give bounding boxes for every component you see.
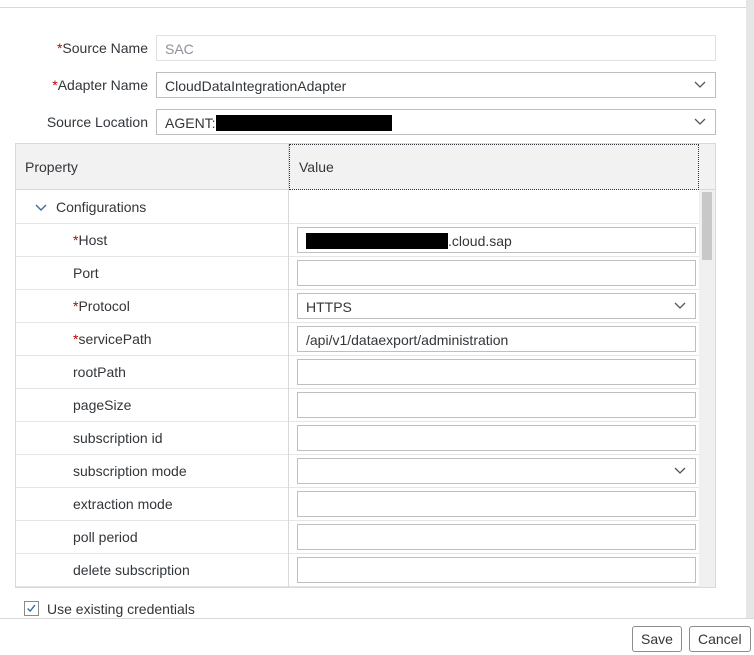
- checkmark-icon: [27, 604, 36, 613]
- source-name-label-text: Source Name: [62, 40, 148, 56]
- property-label: pageSize: [73, 397, 131, 413]
- property-value-select[interactable]: [297, 458, 696, 484]
- property-row: subscription id: [16, 422, 699, 455]
- redacted-block: [215, 115, 392, 131]
- property-row: Port: [16, 257, 699, 290]
- property-label-text: servicePath: [78, 331, 152, 347]
- cancel-button[interactable]: Cancel: [689, 626, 751, 652]
- source-location-select[interactable]: AGENT:: [156, 109, 716, 135]
- property-row: *Host .cloud.sap: [16, 224, 699, 257]
- property-label: subscription mode: [73, 463, 187, 479]
- configurations-group-label: Configurations: [56, 199, 147, 215]
- property-label-text: subscription mode: [73, 463, 187, 479]
- chevron-down-icon: [674, 467, 686, 474]
- property-label-text: extraction mode: [73, 496, 173, 512]
- property-label-text: rootPath: [73, 364, 126, 380]
- property-label: delete subscription: [73, 562, 190, 578]
- property-label: *Protocol: [73, 298, 130, 314]
- adapter-name-label: *Adapter Name: [52, 77, 148, 93]
- adapter-name-label-text: Adapter Name: [57, 77, 148, 93]
- adapter-name-select[interactable]: CloudDataIntegrationAdapter: [156, 72, 716, 98]
- chevron-down-icon: [694, 81, 706, 88]
- property-value-input[interactable]: [297, 359, 696, 385]
- property-label-text: Host: [78, 232, 108, 248]
- column-separator: [288, 144, 289, 587]
- source-location-value: AGENT:: [165, 115, 216, 131]
- configurations-group-row[interactable]: Configurations: [16, 191, 699, 224]
- property-label-text: poll period: [73, 529, 138, 545]
- property-value-input[interactable]: [297, 557, 696, 583]
- property-row: *Protocol HTTPS: [16, 290, 699, 323]
- source-name-label: *Source Name: [57, 40, 148, 56]
- property-row: subscription mode: [16, 455, 699, 488]
- save-button[interactable]: Save: [632, 626, 682, 652]
- credentials-label: Use existing credentials: [47, 601, 195, 617]
- value-column-header[interactable]: Value: [289, 144, 699, 190]
- source-location-row: Source Location AGENT:: [0, 109, 754, 135]
- source-location-label: Source Location: [46, 114, 148, 130]
- property-row: rootPath: [16, 356, 699, 389]
- property-value-input[interactable]: /api/v1/dataexport/administration: [297, 326, 696, 352]
- source-name-input: SAC: [156, 35, 716, 61]
- source-name-row: *Source Name SAC: [0, 35, 754, 61]
- property-row: delete subscription: [16, 554, 699, 587]
- property-label-text: subscription id: [73, 430, 163, 446]
- property-row: poll period: [16, 521, 699, 554]
- property-row: extraction mode: [16, 488, 699, 521]
- property-label-text: Protocol: [78, 298, 130, 314]
- property-row: *servicePath/api/v1/dataexport/administr…: [16, 323, 699, 356]
- adapter-name-row: *Adapter Name CloudDataIntegrationAdapte…: [0, 72, 754, 98]
- adapter-name-value: CloudDataIntegrationAdapter: [165, 78, 347, 94]
- property-label-text: delete subscription: [73, 562, 190, 578]
- property-label: extraction mode: [73, 496, 173, 512]
- grid-scrollbar-thumb[interactable]: [702, 192, 712, 260]
- property-label: rootPath: [73, 364, 126, 380]
- top-divider: [0, 7, 754, 8]
- credentials-checkbox[interactable]: [24, 601, 39, 616]
- property-value-input[interactable]: [297, 260, 696, 286]
- property-value-input[interactable]: [297, 425, 696, 451]
- property-grid: Property Value Configurations *Host .clou…: [15, 143, 716, 588]
- chevron-down-icon: [694, 118, 706, 125]
- property-value-input[interactable]: [297, 524, 696, 550]
- footer-divider: [0, 618, 754, 619]
- property-label: *servicePath: [73, 331, 152, 347]
- property-value: /api/v1/dataexport/administration: [306, 332, 509, 348]
- property-row: pageSize: [16, 389, 699, 422]
- property-label: Port: [73, 265, 99, 281]
- property-value: .cloud.sap: [448, 233, 512, 249]
- chevron-down-icon[interactable]: [34, 201, 48, 215]
- property-value-input[interactable]: [297, 491, 696, 517]
- property-label-text: pageSize: [73, 397, 132, 413]
- property-label-text: Port: [73, 265, 99, 281]
- property-column-header[interactable]: Property: [25, 159, 78, 175]
- property-label: subscription id: [73, 430, 163, 446]
- property-value: HTTPS: [306, 299, 352, 315]
- property-value-input[interactable]: .cloud.sap: [297, 227, 696, 253]
- chevron-down-icon: [674, 302, 686, 309]
- grid-header: Property Value: [16, 144, 715, 190]
- redacted-block: [306, 233, 448, 249]
- property-label: poll period: [73, 529, 138, 545]
- source-name-value: SAC: [165, 41, 194, 57]
- property-value-input[interactable]: [297, 392, 696, 418]
- property-label: *Host: [73, 232, 107, 248]
- property-value-select[interactable]: HTTPS: [297, 293, 696, 319]
